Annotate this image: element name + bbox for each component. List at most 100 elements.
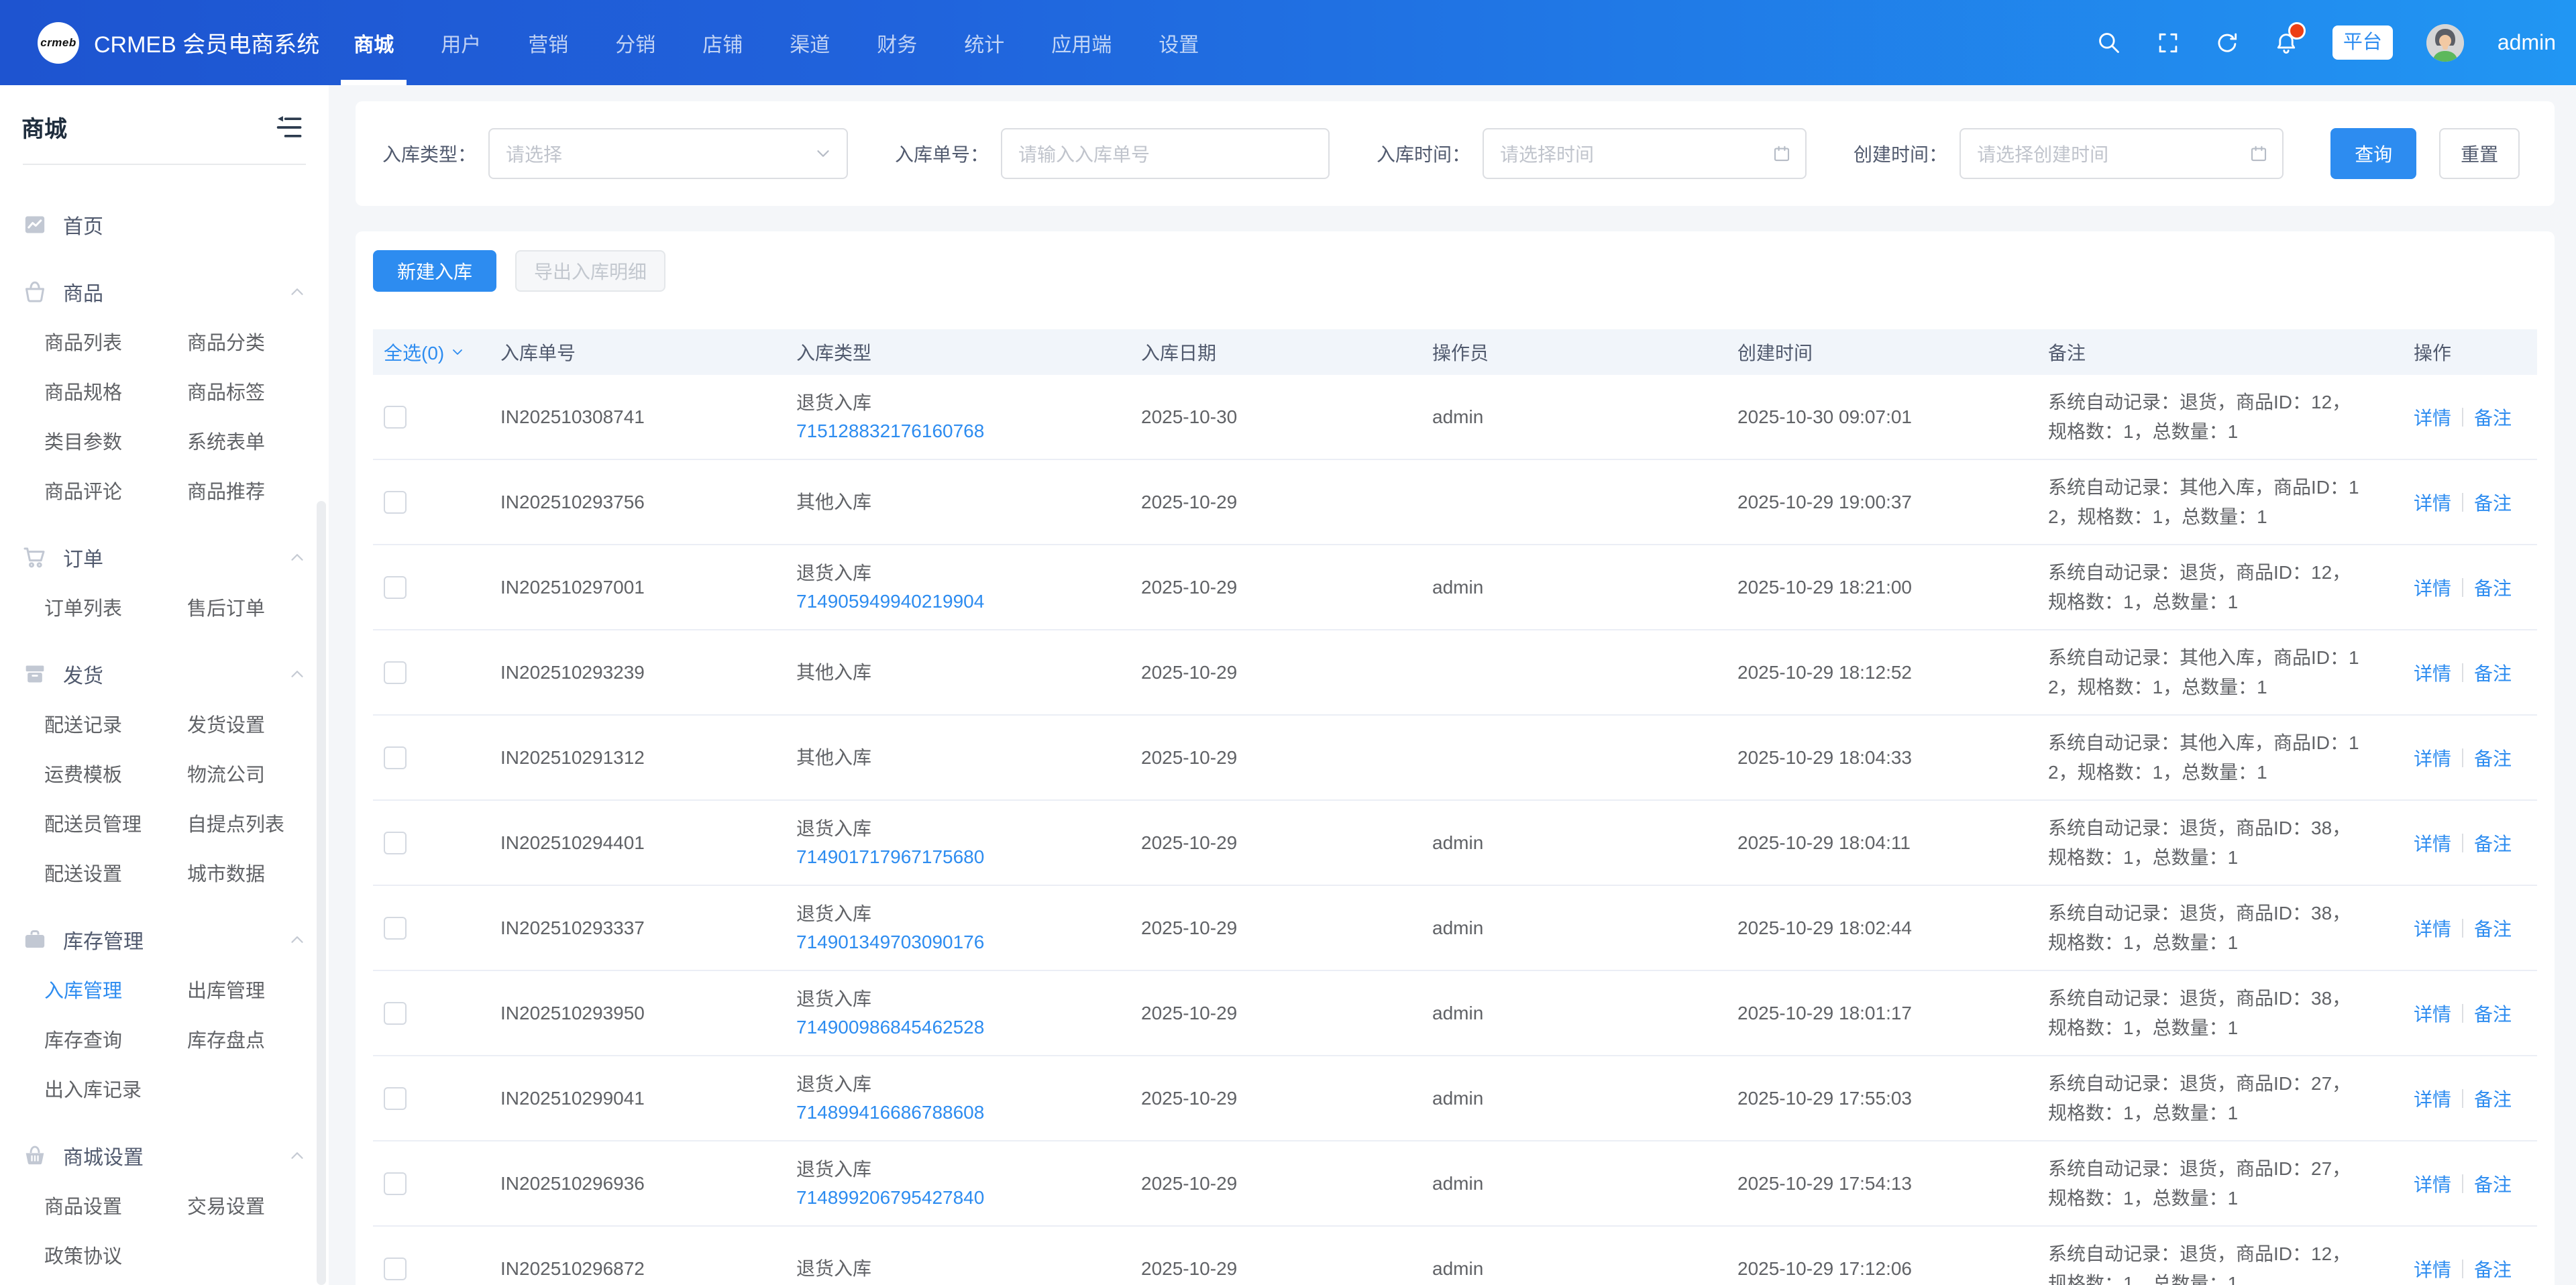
- filter-date-input[interactable]: 请选择时间: [1483, 128, 1807, 179]
- row-action-备注[interactable]: 备注: [2474, 744, 2512, 771]
- filter-select[interactable]: 请选择: [488, 128, 848, 179]
- sidebar-subitem-入库管理[interactable]: 入库管理: [21, 964, 164, 1014]
- row-action-详情[interactable]: 详情: [2414, 1000, 2451, 1027]
- row-action-详情[interactable]: 详情: [2414, 489, 2451, 516]
- sidebar-item-发货[interactable]: 发货: [21, 649, 307, 699]
- sidebar-subitem-物流公司[interactable]: 物流公司: [164, 748, 307, 798]
- sidebar-subitem-发货设置[interactable]: 发货设置: [164, 699, 307, 748]
- sidebar-subitem-出入库记录[interactable]: 出入库记录: [21, 1064, 164, 1113]
- row-action-详情[interactable]: 详情: [2414, 915, 2451, 942]
- sidebar-subitem-配送设置[interactable]: 配送设置: [21, 848, 164, 897]
- row-checkbox[interactable]: [384, 661, 407, 684]
- sidebar-subitem-商品标签[interactable]: 商品标签: [164, 366, 307, 416]
- nav-tab-渠道[interactable]: 渠道: [766, 0, 853, 85]
- sidebar-subitem-商品评论[interactable]: 商品评论: [21, 465, 164, 515]
- sidebar-subitem-商品推荐[interactable]: 商品推荐: [164, 465, 307, 515]
- export-inbound-button[interactable]: 导出入库明细: [515, 250, 665, 292]
- sidebar-subitem-配送记录[interactable]: 配送记录: [21, 699, 164, 748]
- nav-tab-财务[interactable]: 财务: [853, 0, 941, 85]
- row-action-备注[interactable]: 备注: [2474, 915, 2512, 942]
- row-action-详情[interactable]: 详情: [2414, 1170, 2451, 1197]
- row-action-详情[interactable]: 详情: [2414, 574, 2451, 601]
- row-checkbox[interactable]: [384, 1002, 407, 1025]
- avatar[interactable]: [2426, 24, 2464, 62]
- row-action-详情[interactable]: 详情: [2414, 1085, 2451, 1112]
- row-action-备注[interactable]: 备注: [2474, 1000, 2512, 1027]
- row-action-备注[interactable]: 备注: [2474, 574, 2512, 601]
- inbound-source-link[interactable]: 714901717967175680: [796, 843, 1141, 871]
- sidebar-subitem-商品规格[interactable]: 商品规格: [21, 366, 164, 416]
- nav-tab-统计[interactable]: 统计: [941, 0, 1028, 85]
- menu-fold-icon[interactable]: [275, 113, 305, 142]
- sidebar-subitem-商品列表[interactable]: 商品列表: [21, 317, 164, 366]
- inbound-source-link[interactable]: 714899206795427840: [796, 1184, 1141, 1212]
- row-action-备注[interactable]: 备注: [2474, 1255, 2512, 1282]
- sidebar-subitem-系统表单[interactable]: 系统表单: [164, 416, 307, 465]
- row-action-备注[interactable]: 备注: [2474, 1085, 2512, 1112]
- select-all-dropdown[interactable]: 全选(0): [384, 339, 466, 366]
- inbound-source-link[interactable]: 714899416686788608: [796, 1099, 1141, 1127]
- filter-text-input[interactable]: 请输入入库单号: [1001, 128, 1330, 179]
- platform-badge[interactable]: 平台: [2332, 25, 2393, 60]
- sidebar-scrollbar[interactable]: [317, 501, 326, 1285]
- row-checkbox[interactable]: [384, 917, 407, 940]
- nav-tab-设置[interactable]: 设置: [1135, 0, 1222, 85]
- sidebar-item-商城设置[interactable]: 商城设置: [21, 1131, 307, 1180]
- reset-button[interactable]: 重置: [2439, 128, 2520, 179]
- nav-tab-用户[interactable]: 用户: [417, 0, 504, 85]
- row-action-详情[interactable]: 详情: [2414, 1255, 2451, 1282]
- row-action-备注[interactable]: 备注: [2474, 659, 2512, 686]
- nav-tab-店铺[interactable]: 店铺: [679, 0, 766, 85]
- sidebar-item-商品[interactable]: 商品: [21, 267, 307, 317]
- sidebar-subitem-商品设置[interactable]: 商品设置: [21, 1180, 164, 1230]
- notification-bell[interactable]: [2273, 30, 2299, 56]
- inbound-source-link[interactable]: 714905949940219904: [796, 588, 1141, 616]
- sidebar-subitem-商品分类[interactable]: 商品分类: [164, 317, 307, 366]
- sidebar-subitem-库存查询[interactable]: 库存查询: [21, 1014, 164, 1064]
- sidebar-subitem-运费模板[interactable]: 运费模板: [21, 748, 164, 798]
- row-action-备注[interactable]: 备注: [2474, 404, 2512, 431]
- sidebar-subitem-配送员管理[interactable]: 配送员管理: [21, 798, 164, 848]
- row-checkbox[interactable]: [384, 1087, 407, 1110]
- nav-tab-商城[interactable]: 商城: [330, 0, 417, 85]
- row-action-详情[interactable]: 详情: [2414, 744, 2451, 771]
- sidebar-subitem-类目参数[interactable]: 类目参数: [21, 416, 164, 465]
- sidebar-subitem-城市数据[interactable]: 城市数据: [164, 848, 307, 897]
- fullscreen-icon[interactable]: [2155, 30, 2181, 56]
- row-action-备注[interactable]: 备注: [2474, 1170, 2512, 1197]
- row-action-详情[interactable]: 详情: [2414, 830, 2451, 856]
- row-checkbox[interactable]: [384, 746, 407, 769]
- row-action-备注[interactable]: 备注: [2474, 489, 2512, 516]
- nav-tab-分销[interactable]: 分销: [592, 0, 679, 85]
- inbound-source-link[interactable]: 714901349703090176: [796, 928, 1141, 956]
- nav-tab-营销[interactable]: 营销: [504, 0, 592, 85]
- refresh-icon[interactable]: [2214, 30, 2240, 56]
- sidebar-subitem-订单列表[interactable]: 订单列表: [21, 582, 164, 632]
- create-inbound-button[interactable]: 新建入库: [373, 250, 496, 292]
- username[interactable]: admin: [2498, 30, 2556, 55]
- row-checkbox[interactable]: [384, 832, 407, 854]
- inbound-source-link[interactable]: 715128832176160768: [796, 417, 1141, 445]
- filter-date-input[interactable]: 请选择创建时间: [1960, 128, 2284, 179]
- row-checkbox[interactable]: [384, 406, 407, 429]
- search-icon[interactable]: [2096, 30, 2122, 56]
- nav-tab-应用端[interactable]: 应用端: [1028, 0, 1135, 85]
- sidebar-subitem-交易设置[interactable]: 交易设置: [164, 1180, 307, 1230]
- row-action-详情[interactable]: 详情: [2414, 659, 2451, 686]
- sidebar-subitem-库存盘点[interactable]: 库存盘点: [164, 1014, 307, 1064]
- row-checkbox[interactable]: [384, 1172, 407, 1195]
- sidebar-subitem-政策协议[interactable]: 政策协议: [21, 1230, 164, 1280]
- sidebar-subitem-自提点列表[interactable]: 自提点列表: [164, 798, 307, 848]
- row-checkbox[interactable]: [384, 491, 407, 514]
- row-action-备注[interactable]: 备注: [2474, 830, 2512, 856]
- row-checkbox[interactable]: [384, 1258, 407, 1280]
- query-button[interactable]: 查询: [2330, 128, 2416, 179]
- sidebar-item-订单[interactable]: 订单: [21, 533, 307, 582]
- row-action-详情[interactable]: 详情: [2414, 404, 2451, 431]
- sidebar-item-首页[interactable]: 首页: [21, 200, 307, 249]
- sidebar-subitem-出库管理[interactable]: 出库管理: [164, 964, 307, 1014]
- inbound-source-link[interactable]: 714900986845462528: [796, 1013, 1141, 1042]
- sidebar-item-库存管理[interactable]: 库存管理: [21, 915, 307, 964]
- sidebar-subitem-售后订单[interactable]: 售后订单: [164, 582, 307, 632]
- row-checkbox[interactable]: [384, 576, 407, 599]
